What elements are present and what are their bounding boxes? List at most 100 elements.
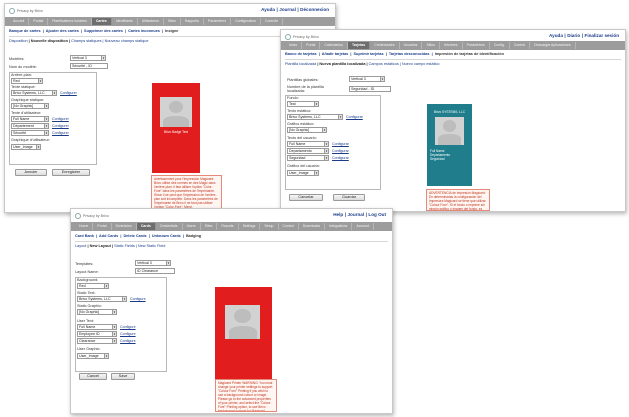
subnav-add-cards[interactable]: Añadir tarjetas	[322, 52, 349, 56]
tab-cards[interactable]: Cartes	[91, 18, 112, 25]
journal-link[interactable]: Journal	[279, 7, 296, 12]
background-select[interactable]: Teal ▾	[287, 101, 319, 107]
subnav-delete-cards[interactable]: Supprimer des cartes	[84, 29, 123, 33]
save-button[interactable]: Guardar	[333, 194, 365, 201]
tab-control[interactable]: Control	[279, 223, 299, 230]
configure-link[interactable]: Configurar	[332, 149, 349, 153]
tab-cards[interactable]: Tarjetas	[348, 42, 371, 49]
tab-home[interactable]: Inicio	[285, 42, 303, 49]
configure-link[interactable]: Configure	[120, 332, 136, 336]
journal-link[interactable]: Diario	[567, 33, 580, 38]
templates-select[interactable]: Vertical 3 ▾	[70, 55, 106, 61]
subnav-badging[interactable]: Badging	[186, 234, 201, 238]
layout-name-input[interactable]: Sécurité - ID	[70, 63, 108, 69]
help-link[interactable]: Ayuda	[261, 7, 275, 12]
configure-link[interactable]: Configurer	[52, 131, 69, 135]
subnav-unknown-cards[interactable]: Cartes inconnues	[128, 29, 160, 33]
breadcrumb-static-fields[interactable]: Static Fields	[114, 244, 135, 248]
tab-sites[interactable]: Sites	[201, 223, 218, 230]
static-graphic-select[interactable]: [No Graphic] ▾	[11, 103, 49, 109]
user-text-select[interactable]: Full Name ▾	[77, 324, 117, 330]
subnav-badging[interactable]: Insigne	[165, 29, 178, 33]
user-text-select[interactable]: Full Name ▾	[287, 141, 329, 147]
subnav-add-cards[interactable]: Add Cards	[99, 234, 118, 238]
tab-downloads[interactable]: Descargar Aplicaciones	[530, 42, 576, 49]
logout-link[interactable]: Log Out	[368, 212, 386, 217]
configure-link[interactable]: Configurer	[60, 91, 77, 95]
breadcrumb-new-static-field[interactable]: | Nouveau champs statique	[103, 39, 149, 43]
configure-link[interactable]: Configurar	[332, 156, 349, 160]
tab-setup[interactable]: Configuration	[231, 18, 261, 25]
static-text-select[interactable]: Brivo Systems, LLC ▾	[11, 90, 57, 96]
cancel-button[interactable]: Cancelar	[289, 194, 323, 201]
save-button[interactable]: Save	[111, 373, 135, 380]
breadcrumb-static-fields[interactable]: Campos estáticos	[369, 62, 399, 66]
background-select[interactable]: Red ▾	[11, 78, 43, 84]
configure-link[interactable]: Configure	[120, 339, 136, 343]
tab-sites[interactable]: Sites	[164, 18, 181, 25]
user-text-select[interactable]: Département ▾	[11, 123, 49, 129]
configure-link[interactable]: Configurer	[52, 117, 69, 121]
tab-downloads[interactable]: Downloads	[299, 223, 326, 230]
tab-integrations[interactable]: Integrations	[325, 223, 353, 230]
user-text-select[interactable]: Employee ID ▾	[77, 331, 117, 337]
configure-link[interactable]: Configurar	[332, 142, 349, 146]
subnav-unknown-cards[interactable]: Tarjetas desconocidas	[389, 52, 430, 56]
configure-link[interactable]: Configure	[120, 325, 136, 329]
tab-cards[interactable]: Cards	[136, 223, 156, 230]
user-graphic-select[interactable]: User_Image ▾	[77, 353, 109, 359]
journal-link[interactable]: Journal	[348, 212, 365, 217]
cancel-button[interactable]: Annuler	[15, 169, 47, 176]
tab-schedules[interactable]: Calendarios	[320, 42, 349, 49]
tab-portal[interactable]: Portal	[302, 42, 321, 49]
tab-settings[interactable]: Parámetros	[463, 42, 490, 49]
subnav-card-bank[interactable]: Card Bank	[75, 234, 94, 238]
breadcrumb-new-static-field[interactable]: | Nuevo campo estático	[400, 62, 440, 66]
configure-link[interactable]: Configurar	[346, 115, 363, 119]
subnav-card-bank[interactable]: Banco de tarjetas	[285, 52, 317, 56]
tab-home[interactable]: Accueil	[9, 18, 30, 25]
user-text-select[interactable]: Clearance ▾	[77, 338, 117, 344]
subnav-delete-cards[interactable]: Suprimir tarjetas	[353, 52, 383, 56]
subnav-delete-cards[interactable]: Delete Cards	[123, 234, 146, 238]
layout-name-input[interactable]: Seguridad - ID	[349, 86, 391, 92]
tab-users[interactable]: Users	[183, 223, 201, 230]
tab-users[interactable]: Utilisateurs	[138, 18, 165, 25]
tab-portal[interactable]: Portail	[29, 18, 49, 25]
tab-schedules[interactable]: Planificateurs horaires	[48, 18, 92, 25]
templates-select[interactable]: Vertical 3 ▾	[349, 76, 385, 82]
tab-control[interactable]: Control	[510, 42, 531, 49]
user-text-select[interactable]: Sécurité ▾	[11, 130, 49, 136]
help-link[interactable]: Ayuda	[549, 33, 563, 38]
subnav-add-cards[interactable]: Ajouter des cartes	[46, 29, 79, 33]
breadcrumb-new-static-field[interactable]: New Static Field	[138, 244, 165, 248]
tab-reports[interactable]: Rapports	[181, 18, 204, 25]
user-text-select[interactable]: Seguridad ▾	[287, 155, 329, 161]
logout-link[interactable]: Déconnexion	[300, 7, 329, 12]
static-graphic-select[interactable]: [No Graphic] ▾	[77, 309, 117, 315]
tab-control[interactable]: Contrôle	[261, 18, 284, 25]
templates-select[interactable]: Vertical 3 ▾	[135, 260, 171, 266]
tab-credentials[interactable]: Credenciales	[370, 42, 400, 49]
user-text-select[interactable]: Full Name ▾	[11, 116, 49, 122]
breadcrumb-layout[interactable]: Plantilla localizada	[285, 62, 316, 66]
configure-link[interactable]: Configurer	[52, 124, 69, 128]
save-button[interactable]: Enregistrer	[52, 169, 90, 176]
tab-users[interactable]: Usuarios	[400, 42, 423, 49]
breadcrumb-layout[interactable]: Layout	[75, 244, 86, 248]
logout-link[interactable]: Finalizar sesión	[585, 33, 619, 38]
tab-settings[interactable]: Paramètres	[204, 18, 232, 25]
tab-sites[interactable]: Sitios	[422, 42, 440, 49]
background-select[interactable]: Red ▾	[77, 283, 109, 289]
tab-reports[interactable]: Reports	[217, 223, 239, 230]
tab-home[interactable]: Home	[75, 223, 94, 230]
tab-reports[interactable]: Informes	[440, 42, 463, 49]
tab-account[interactable]: Account	[352, 223, 375, 230]
user-text-select[interactable]: Departamento ▾	[287, 148, 329, 154]
tab-setup[interactable]: Setup	[260, 223, 279, 230]
tab-portal[interactable]: Portal	[93, 223, 112, 230]
subnav-badging[interactable]: Impresión de tarjetas de identificación	[435, 52, 504, 56]
static-graphic-select[interactable]: [No Graphic] ▾	[287, 127, 327, 133]
breadcrumb-static-fields[interactable]: Champs statiques	[71, 39, 101, 43]
tab-schedules[interactable]: Schedules	[112, 223, 137, 230]
